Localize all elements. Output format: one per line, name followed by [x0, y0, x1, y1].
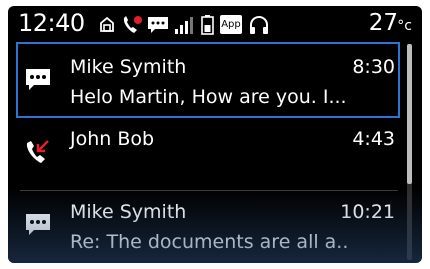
battery-icon [201, 15, 214, 35]
message-icon [26, 214, 50, 235]
temperature-unit: °c [397, 18, 412, 34]
item-time: 8:30 [352, 56, 395, 78]
contact-name: John Bob [70, 128, 155, 150]
message-icon [26, 69, 50, 90]
message-preview: Re: The documents are all a.. [70, 231, 349, 253]
app-icon: App [220, 15, 242, 34]
contact-name: Mike Symith [70, 201, 187, 223]
scrollbar-thumb[interactable] [407, 44, 412, 184]
headset-icon [250, 15, 268, 34]
app-badge: App [221, 19, 241, 30]
message-preview: Helo Martin, How are you. I... [70, 86, 347, 108]
item-time: 10:21 [340, 201, 395, 223]
missed-call-icon [123, 16, 142, 33]
item-time: 4:43 [352, 128, 395, 150]
list-item[interactable]: Mike Symith 10:21 Re: The documents are … [8, 191, 403, 257]
missed-call-icon [26, 140, 49, 163]
clock: 12:40 [18, 9, 85, 37]
message-icon [148, 17, 168, 33]
temperature: 27 [368, 10, 398, 36]
contact-name: Mike Symith [70, 56, 187, 78]
car-connect-icon [100, 16, 114, 32]
infotainment-screen: 12:40 App 27 °c Mike Symith 8:30 Helo Ma… [8, 6, 422, 263]
list-item[interactable]: Mike Symith 8:30 Helo Martin, How are yo… [8, 46, 403, 112]
signal-icon [175, 17, 193, 34]
scrollbar[interactable] [407, 44, 412, 260]
status-bar: 12:40 App 27 °c [8, 6, 422, 42]
list-item[interactable]: John Bob 4:43 [8, 118, 403, 184]
